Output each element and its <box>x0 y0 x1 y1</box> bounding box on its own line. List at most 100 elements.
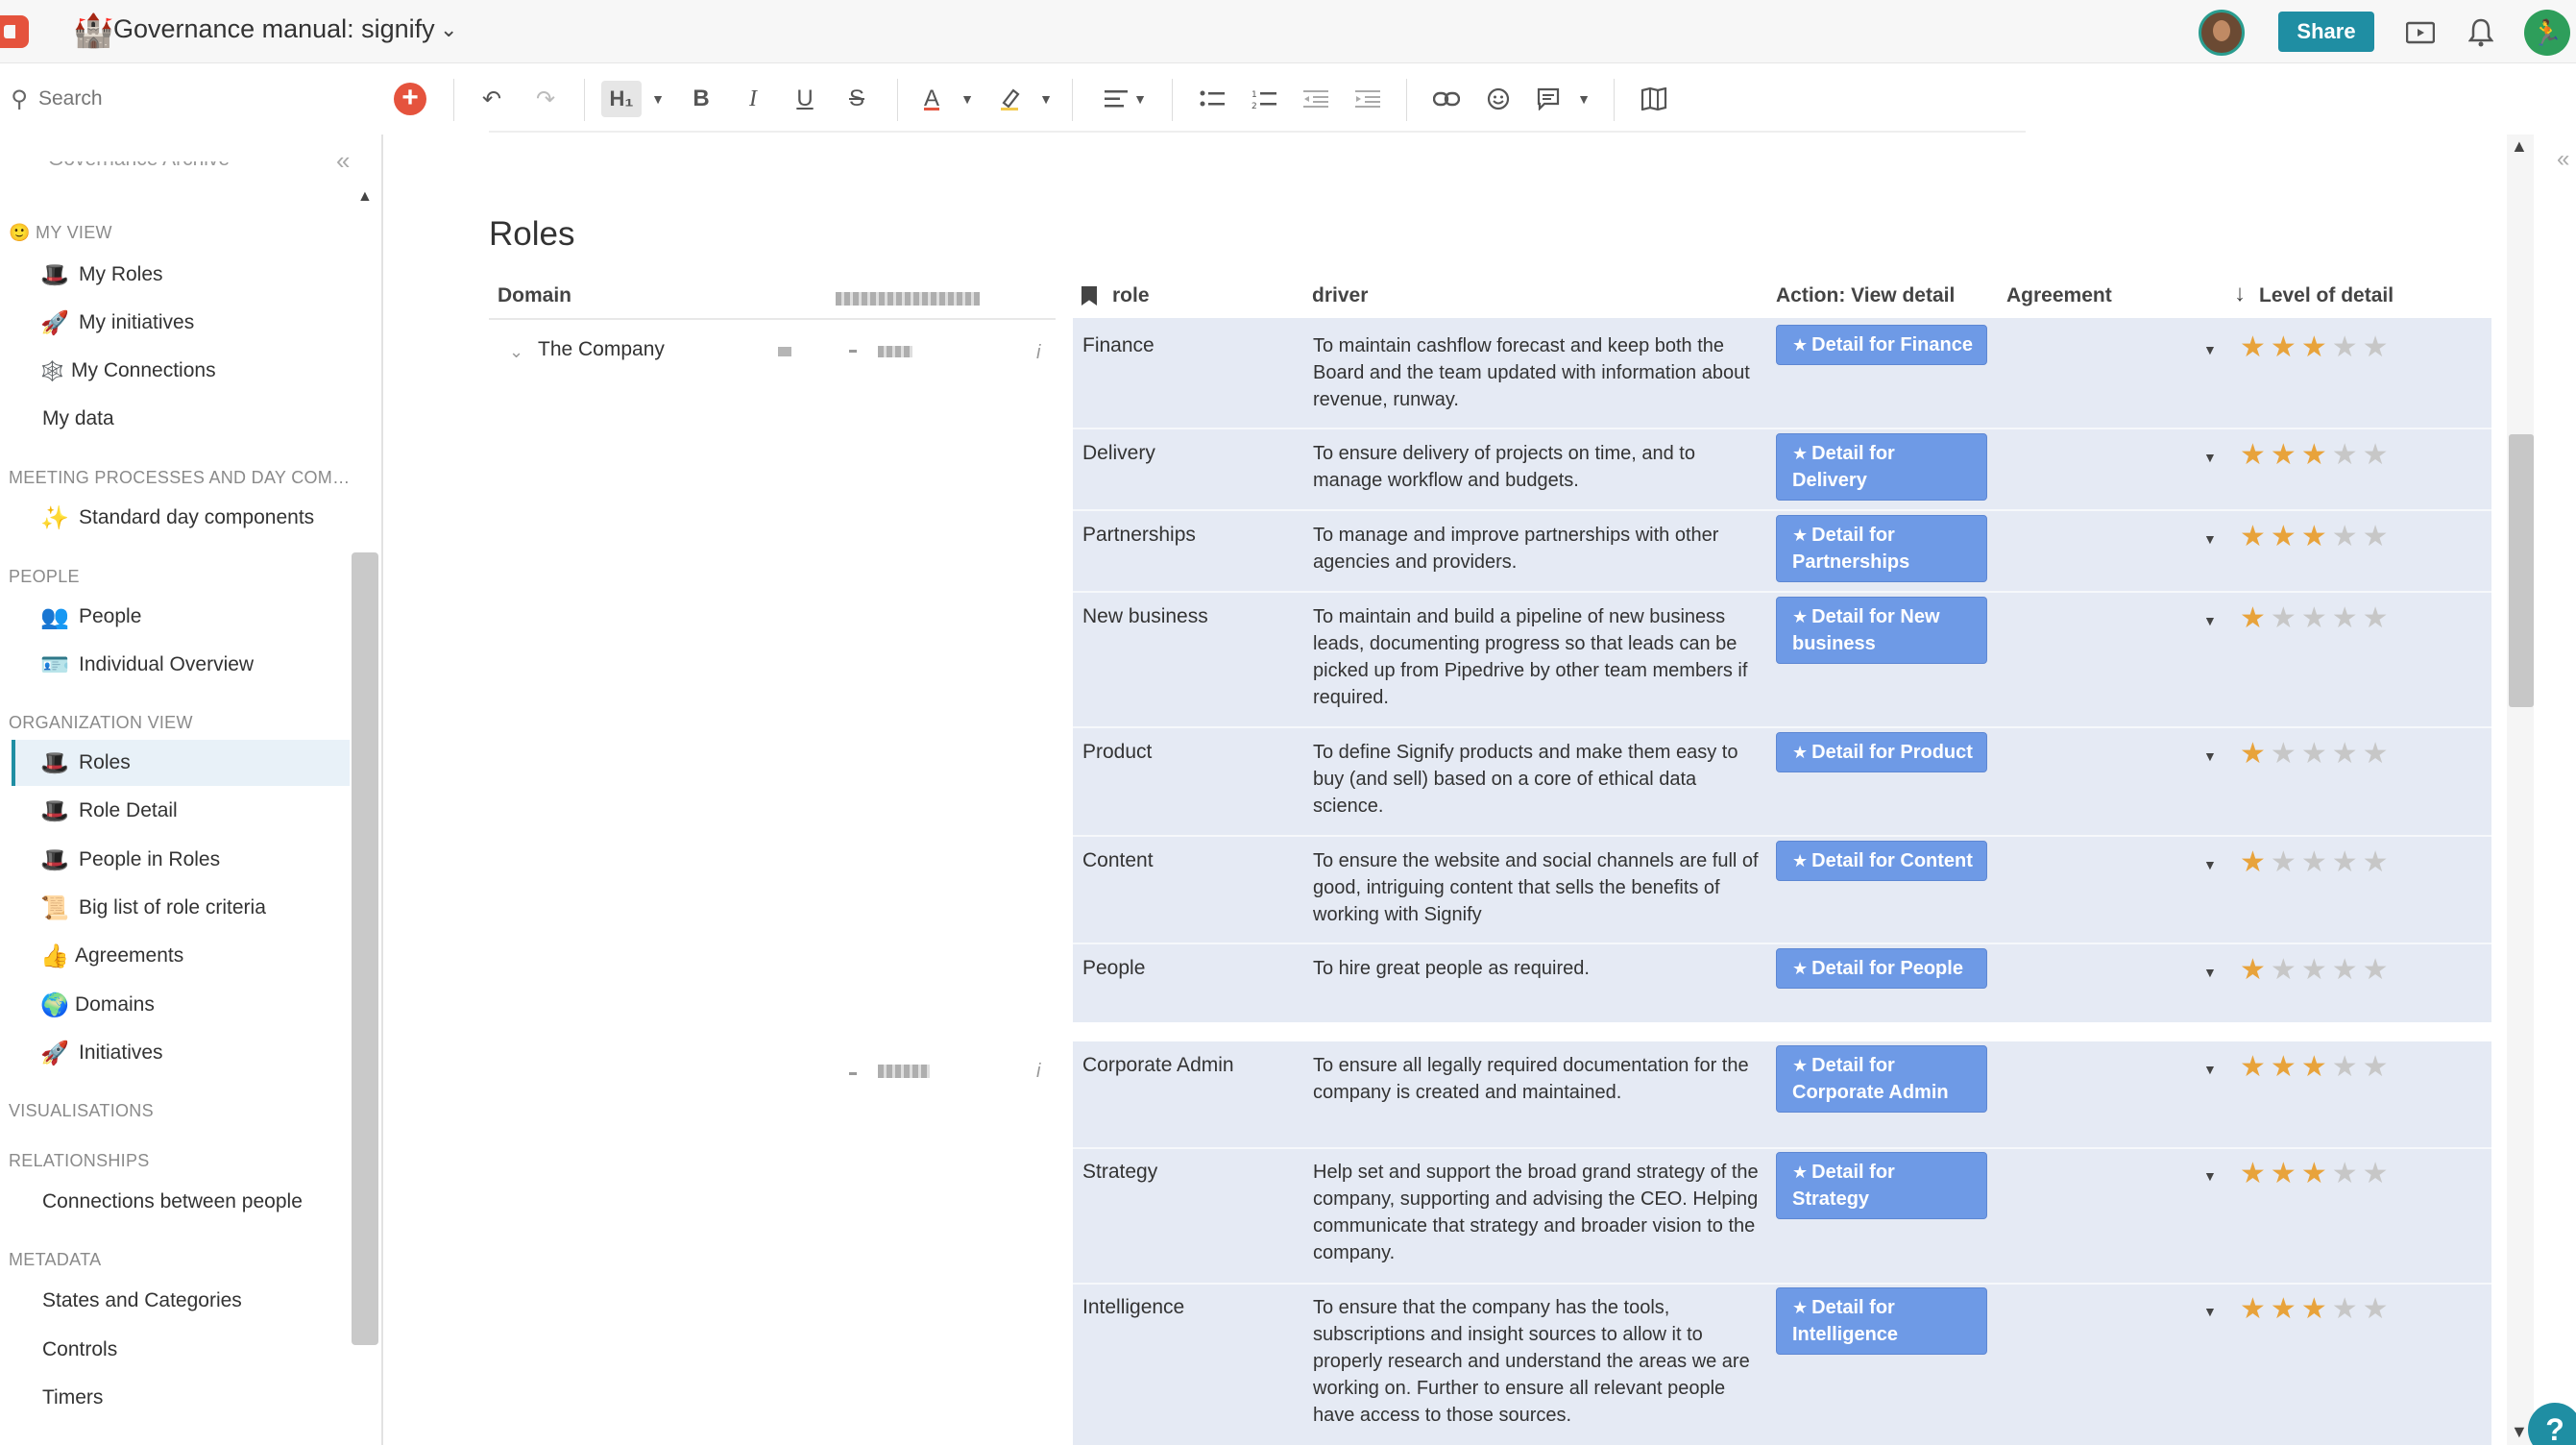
sidebar-item-my-initiatives[interactable]: 🚀 My initiatives <box>12 300 350 346</box>
star-filled-icon[interactable]: ★ <box>2301 1158 2332 1189</box>
star-empty-icon[interactable]: ★ <box>2332 846 2363 878</box>
document-title[interactable]: Governance manual: signify <box>113 14 435 44</box>
expand-panel-icon[interactable]: « <box>2557 146 2569 173</box>
outdent-icon[interactable] <box>1299 81 1333 117</box>
chevron-down-icon[interactable]: ▼ <box>649 81 667 117</box>
driver-cell[interactable]: To maintain cashflow forecast and keep b… <box>1313 332 1762 413</box>
section-relationships[interactable]: RELATIONSHIPS <box>9 1151 150 1171</box>
star-empty-icon[interactable]: ★ <box>2363 1051 2394 1083</box>
role-cell[interactable]: Finance <box>1082 334 1154 357</box>
sidebar-item-agreements[interactable]: 👍 Agreements <box>12 933 350 979</box>
agreement-dropdown[interactable]: ▼ <box>2203 965 2217 980</box>
sidebar-item-controls[interactable]: Controls <box>12 1327 350 1373</box>
level-rating[interactable]: ★★★★★ <box>2240 333 2394 362</box>
section-visualisations[interactable]: VISUALISATIONS <box>9 1101 154 1121</box>
level-rating[interactable]: ★★★★★ <box>2240 1053 2394 1082</box>
search-input[interactable] <box>38 87 327 110</box>
column-header-driver[interactable]: driver <box>1312 284 1368 307</box>
star-empty-icon[interactable]: ★ <box>2363 846 2394 878</box>
section-my-view[interactable]: 🙂 MY VIEW <box>9 223 112 243</box>
info-icon[interactable]: i <box>1036 1061 1040 1083</box>
underline-button[interactable]: U <box>788 81 822 117</box>
detail-button[interactable]: ★ Detail for Strategy <box>1776 1152 1987 1219</box>
star-filled-icon[interactable]: ★ <box>2240 331 2271 363</box>
text-color-button[interactable]: A <box>914 81 949 117</box>
sidebar-item-people-in-roles[interactable]: 🎩 People in Roles <box>12 837 350 883</box>
column-header-agreement[interactable]: Agreement <box>2006 284 2112 307</box>
sidebar-scrollbar[interactable] <box>352 552 378 1345</box>
undo-icon[interactable]: ↶ <box>474 81 509 117</box>
italic-button[interactable]: I <box>736 81 770 117</box>
main-scrollbar-track[interactable] <box>2507 135 2534 1445</box>
scroll-up-icon[interactable]: ▲ <box>2511 136 2528 157</box>
sidebar-item-roles[interactable]: 🎩 Roles <box>12 740 350 786</box>
role-cell[interactable]: Strategy <box>1082 1161 1157 1184</box>
star-filled-icon[interactable]: ★ <box>2240 521 2271 552</box>
star-filled-icon[interactable]: ★ <box>2240 439 2271 471</box>
scroll-down-icon[interactable]: ▼ <box>2511 1422 2528 1442</box>
star-filled-icon[interactable]: ★ <box>2240 602 2271 634</box>
book-icon[interactable] <box>1637 81 1671 117</box>
star-filled-icon[interactable]: ★ <box>2240 738 2271 770</box>
sidebar-item-my-roles[interactable]: 🎩 My Roles <box>12 252 350 298</box>
align-left-icon[interactable] <box>1099 81 1133 117</box>
detail-button[interactable]: ★ Detail for Intelligence <box>1776 1287 1987 1355</box>
agreement-dropdown[interactable]: ▼ <box>2203 450 2217 465</box>
bell-icon[interactable] <box>2462 13 2500 52</box>
chevron-down-icon[interactable]: ▼ <box>1037 81 1055 117</box>
emoji-icon[interactable] <box>1481 81 1516 117</box>
column-header-domain[interactable]: Domain <box>498 284 571 307</box>
column-header-role[interactable]: role <box>1112 284 1150 307</box>
level-rating[interactable]: ★★★★★ <box>2240 1160 2394 1188</box>
star-empty-icon[interactable]: ★ <box>2363 954 2394 986</box>
detail-button[interactable]: ★ Detail for Delivery <box>1776 433 1987 501</box>
driver-cell[interactable]: To maintain and build a pipeline of new … <box>1313 603 1762 711</box>
sidebar-item-people[interactable]: 👥 People <box>12 594 350 640</box>
role-cell[interactable]: Product <box>1082 741 1152 764</box>
star-filled-icon[interactable]: ★ <box>2301 331 2332 363</box>
star-filled-icon[interactable]: ★ <box>2240 846 2271 878</box>
avatar[interactable] <box>2199 10 2245 56</box>
star-empty-icon[interactable]: ★ <box>2271 954 2301 986</box>
star-empty-icon[interactable]: ★ <box>2271 738 2301 770</box>
star-filled-icon[interactable]: ★ <box>2301 1051 2332 1083</box>
bold-button[interactable]: B <box>684 81 718 117</box>
star-filled-icon[interactable]: ★ <box>2271 331 2301 363</box>
driver-cell[interactable]: To ensure delivery of projects on time, … <box>1313 440 1762 494</box>
agreement-dropdown[interactable]: ▼ <box>2203 531 2217 547</box>
driver-cell[interactable]: Help set and support the broad grand str… <box>1313 1159 1762 1266</box>
sidebar-item-connections-between-people[interactable]: Connections between people <box>12 1179 350 1225</box>
sidebar-item-big-list-of-role-criteria[interactable]: 📜 Big list of role criteria <box>12 885 350 931</box>
agreement-dropdown[interactable]: ▼ <box>2203 748 2217 764</box>
chevron-down-icon[interactable]: ⌄ <box>509 342 523 362</box>
agreement-dropdown[interactable]: ▼ <box>2203 1168 2217 1184</box>
link-icon[interactable] <box>1429 81 1464 117</box>
detail-button[interactable]: ★ Detail for Finance <box>1776 325 1987 365</box>
bullet-list-icon[interactable] <box>1195 81 1229 117</box>
star-empty-icon[interactable]: ★ <box>2301 954 2332 986</box>
level-rating[interactable]: ★★★★★ <box>2240 1295 2394 1324</box>
star-filled-icon[interactable]: ★ <box>2271 439 2301 471</box>
search-box[interactable]: ⚲ <box>0 79 365 119</box>
star-empty-icon[interactable]: ★ <box>2363 1158 2394 1189</box>
chevron-down-icon[interactable]: ▼ <box>1131 81 1149 117</box>
star-filled-icon[interactable]: ★ <box>2301 1293 2332 1325</box>
driver-cell[interactable]: To manage and improve partnerships with … <box>1313 522 1762 576</box>
role-cell[interactable]: Corporate Admin <box>1082 1054 1234 1077</box>
agreement-dropdown[interactable]: ▼ <box>2203 342 2217 357</box>
star-empty-icon[interactable]: ★ <box>2271 846 2301 878</box>
detail-button[interactable]: ★ Detail for Partnerships <box>1776 515 1987 582</box>
star-filled-icon[interactable]: ★ <box>2301 439 2332 471</box>
detail-button[interactable]: ★ Detail for People <box>1776 948 1987 989</box>
level-rating[interactable]: ★★★★★ <box>2240 523 2394 551</box>
chevron-down-icon[interactable]: ▼ <box>959 81 976 117</box>
star-empty-icon[interactable]: ★ <box>2363 602 2394 634</box>
star-empty-icon[interactable]: ★ <box>2332 602 2363 634</box>
role-cell[interactable]: Content <box>1082 849 1154 872</box>
section-people[interactable]: PEOPLE <box>9 567 80 587</box>
sort-arrow-icon[interactable]: ↓ <box>2234 281 2246 307</box>
main-scrollbar-thumb[interactable] <box>2509 434 2534 707</box>
star-empty-icon[interactable]: ★ <box>2301 602 2332 634</box>
info-icon[interactable]: i <box>1036 342 1040 364</box>
star-empty-icon[interactable]: ★ <box>2332 738 2363 770</box>
